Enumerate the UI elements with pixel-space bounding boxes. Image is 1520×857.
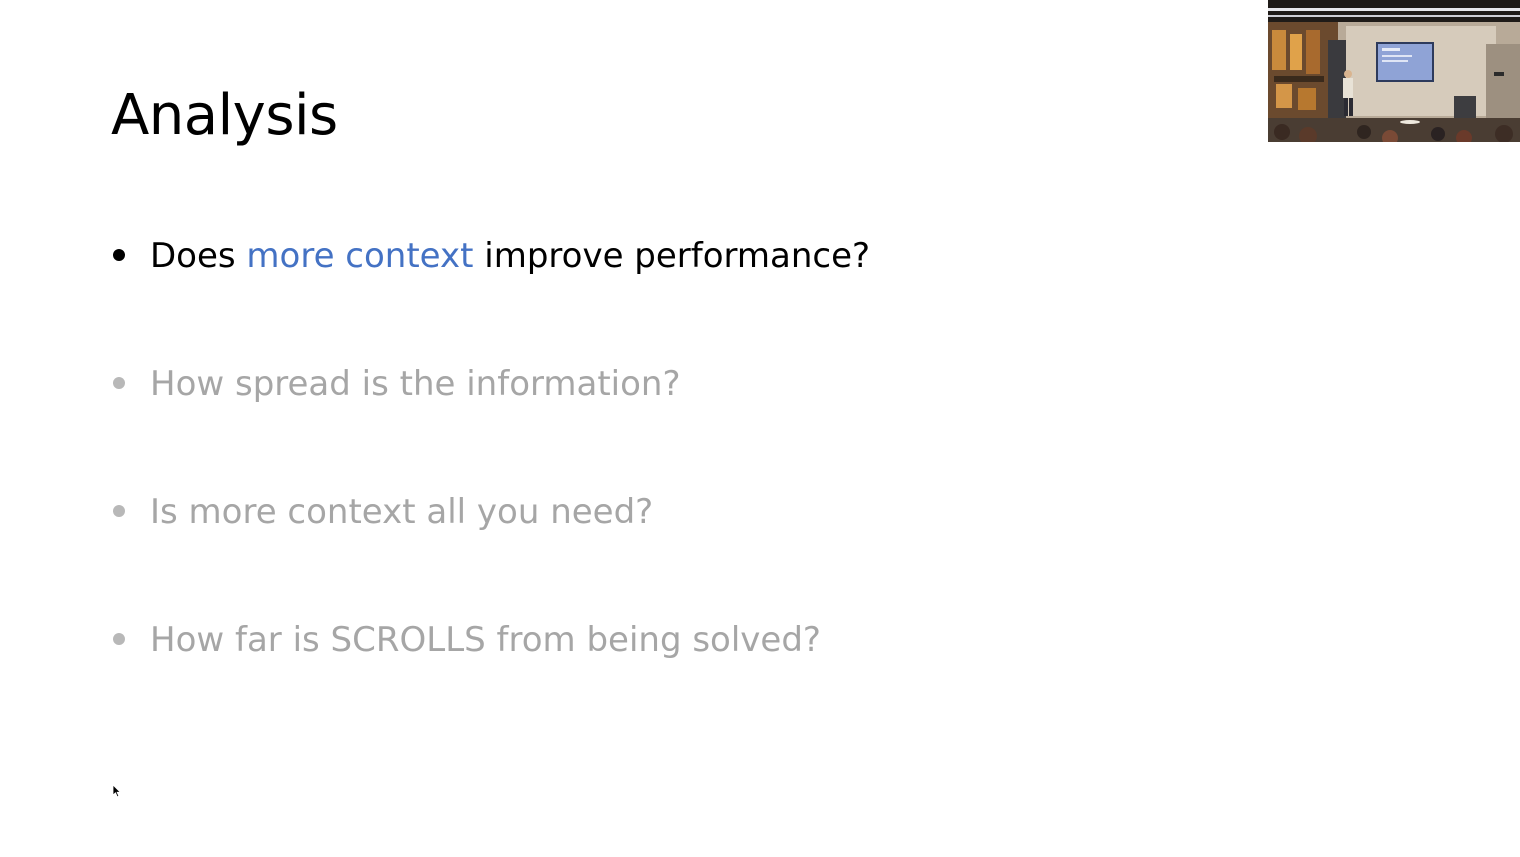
presentation-slide: Analysis Does more context improve perfo… xyxy=(0,0,1520,857)
highlighted-phrase: more context xyxy=(246,236,474,276)
mouse-cursor-icon xyxy=(112,784,122,798)
speaker-scene-image xyxy=(1268,0,1520,142)
bullet-dot-icon xyxy=(113,249,125,261)
bullet-text: How spread is the information? xyxy=(150,364,681,404)
bullet-text-before: Does xyxy=(150,236,247,276)
bullet-dot-icon xyxy=(113,505,125,517)
bullet-dot-icon xyxy=(113,633,125,645)
speaker-video-thumbnail[interactable] xyxy=(1268,0,1520,142)
slide-title: Analysis xyxy=(111,83,338,148)
bullet-text: Is more context all you need? xyxy=(150,492,654,532)
bullet-dot-icon xyxy=(113,377,125,389)
bullet-text: How far is SCROLLS from being solved? xyxy=(150,620,821,660)
bullet-text: Does more context improve performance? xyxy=(150,232,870,280)
bullet-text-after: improve performance? xyxy=(473,236,871,276)
